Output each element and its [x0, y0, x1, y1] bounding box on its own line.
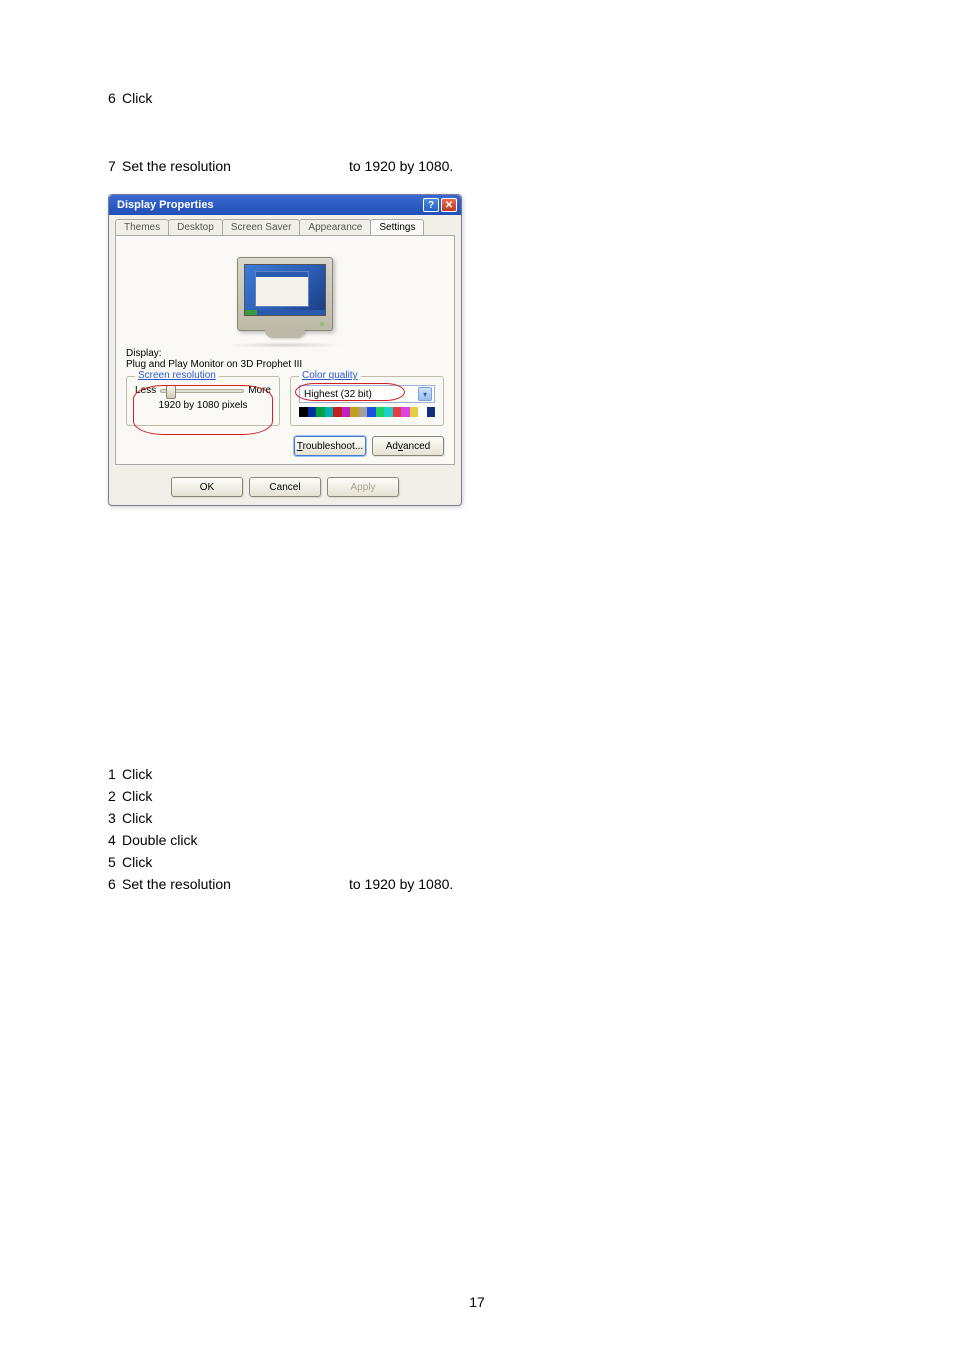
step-text-a: Set the resolution [122, 158, 231, 174]
advanced-button[interactable]: Advanced [372, 436, 444, 456]
lower-instructions: 1 Click 2 Click 3 Click 4 Double click 5… [108, 766, 846, 892]
display-properties-dialog: Display Properties ? ✕ Themes Desktop Sc… [108, 194, 462, 506]
step-7: 7 Set the resolution to 1920 by 1080. [108, 158, 846, 174]
color-bar [299, 407, 435, 417]
step-number: 1 [108, 766, 122, 782]
step-text: Double click [122, 832, 197, 848]
cancel-button[interactable]: Cancel [249, 477, 321, 497]
lower-step-3: 3 Click [108, 810, 846, 826]
slider-more: More [248, 385, 271, 396]
display-label: Display: [126, 348, 444, 359]
step-6: 6 Click [108, 90, 846, 106]
upper-instructions: 6 Click [108, 90, 846, 106]
tab-settings[interactable]: Settings [370, 219, 424, 235]
monitor-preview [126, 244, 444, 344]
apply-button[interactable]: Apply [327, 477, 399, 497]
resolution-label: Screen resolution [135, 370, 219, 381]
tab-desktop[interactable]: Desktop [168, 219, 223, 235]
step-text: Click [122, 766, 152, 782]
step-text-b: to 1920 by 1080. [349, 876, 453, 892]
step-number: 2 [108, 788, 122, 804]
step-number: 3 [108, 810, 122, 826]
close-button[interactable]: ✕ [441, 198, 457, 212]
dialog-titlebar[interactable]: Display Properties ? ✕ [109, 195, 461, 215]
color-group: Color quality Highest (32 bit) ▾ [290, 376, 444, 426]
tab-body: Display: Plug and Play Monitor on 3D Pro… [115, 235, 455, 465]
page-number: 17 [469, 1294, 485, 1310]
lower-step-1: 1 Click [108, 766, 846, 782]
lower-step-2: 2 Click [108, 788, 846, 804]
dialog-title: Display Properties [117, 199, 214, 211]
help-button[interactable]: ? [423, 198, 439, 212]
step-number: 5 [108, 854, 122, 870]
display-name: Plug and Play Monitor on 3D Prophet III [126, 359, 444, 370]
troubleshoot-button[interactable]: Troubleshoot... [294, 436, 366, 456]
resolution-slider[interactable] [160, 389, 244, 393]
step-text: Click [122, 788, 152, 804]
step-number: 4 [108, 832, 122, 848]
tab-themes[interactable]: Themes [115, 219, 169, 235]
lower-step-5: 5 Click [108, 854, 846, 870]
step-number: 7 [108, 158, 122, 174]
lower-step-6: 6 Set the resolution to 1920 by 1080. [108, 876, 846, 892]
color-label: Color quality [299, 370, 361, 381]
resolution-group: Screen resolution Less More 1920 by 1080… [126, 376, 280, 426]
step-text: Click [122, 854, 152, 870]
tab-strip: Themes Desktop Screen Saver Appearance S… [109, 215, 461, 235]
color-value: Highest (32 bit) [304, 389, 372, 400]
resolution-value: 1920 by 1080 pixels [135, 400, 271, 411]
tab-screen-saver[interactable]: Screen Saver [222, 219, 301, 235]
chevron-down-icon: ▾ [418, 387, 432, 401]
slider-less: Less [135, 385, 156, 396]
step-text: Click [122, 810, 152, 826]
step-text: Click [122, 90, 152, 106]
upper-instructions-2: 7 Set the resolution to 1920 by 1080. [108, 158, 846, 174]
step-text-b: to 1920 by 1080. [349, 158, 453, 174]
step-number: 6 [108, 876, 122, 892]
tab-appearance[interactable]: Appearance [299, 219, 371, 235]
step-text-a: Set the resolution [122, 876, 231, 892]
ok-button[interactable]: OK [171, 477, 243, 497]
step-number: 6 [108, 90, 122, 106]
color-quality-select[interactable]: Highest (32 bit) ▾ [299, 385, 435, 403]
lower-step-4: 4 Double click [108, 832, 846, 848]
